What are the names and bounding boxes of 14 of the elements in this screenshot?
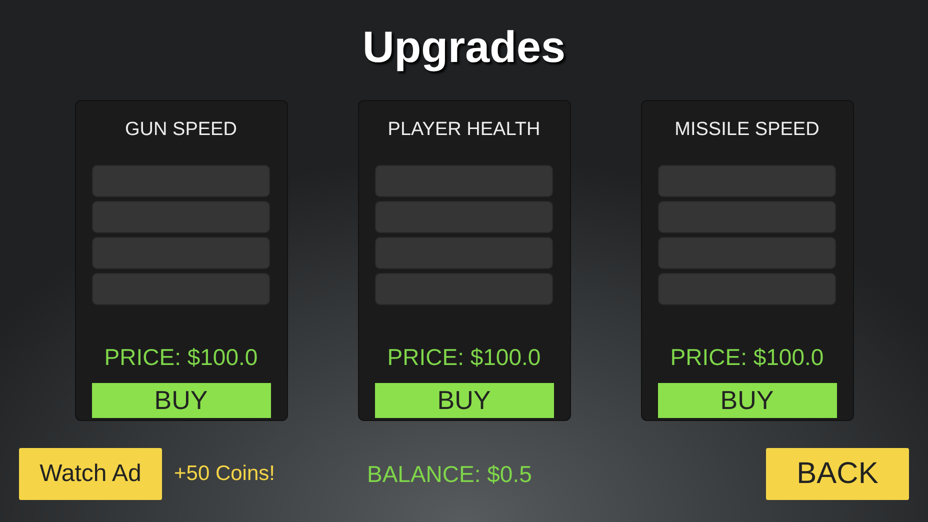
back-button[interactable]: BACK (766, 448, 909, 500)
upgrade-name: MISSILE SPEED (674, 119, 820, 141)
price-label: PRICE: $100.0 (104, 343, 258, 371)
price-label: PRICE: $100.0 (387, 343, 541, 371)
reward-label: +50 Coins! (174, 462, 275, 486)
screen-title: Upgrades (362, 22, 566, 74)
buy-button[interactable]: BUY (374, 383, 554, 418)
upgrade-name: GUN SPEED (125, 119, 237, 141)
watch-ad-button[interactable]: Watch Ad (19, 448, 162, 500)
upgrade-name: PLAYER HEALTH (388, 119, 540, 141)
balance-label: BALANCE: $0.5 (366, 460, 532, 488)
buy-button[interactable]: BUY (92, 383, 270, 418)
price-label: PRICE: $100.0 (670, 343, 824, 371)
buy-button[interactable]: BUY (658, 383, 836, 418)
